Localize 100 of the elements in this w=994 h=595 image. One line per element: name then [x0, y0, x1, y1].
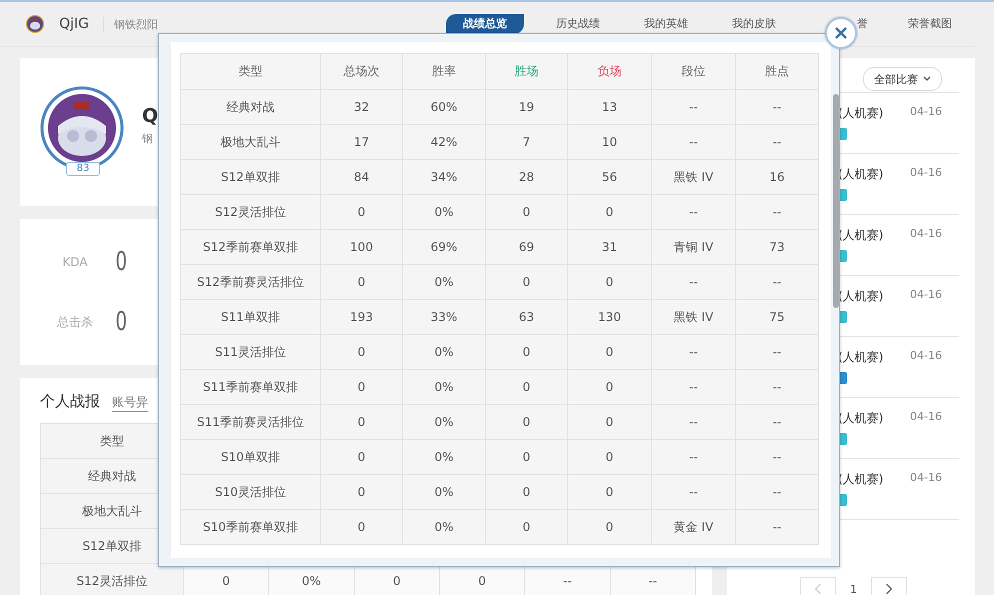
level-badge: 83 — [66, 162, 100, 176]
chevron-left-icon — [814, 583, 822, 595]
table-cell: 0 — [568, 265, 652, 300]
table-cell: -- — [652, 125, 736, 160]
table-cell: S10单双排 — [181, 440, 321, 475]
close-button[interactable] — [825, 17, 857, 49]
table-cell: 黄金 IV — [652, 510, 736, 545]
nav-tab[interactable]: 我的皮肤 — [710, 14, 798, 34]
table-cell: S11季前赛单双排 — [181, 370, 321, 405]
table-cell: -- — [652, 195, 736, 230]
table-cell: 0% — [403, 335, 486, 370]
table-cell: -- — [525, 564, 611, 595]
table-cell: 42% — [403, 125, 486, 160]
table-header-cell: 胜点 — [736, 54, 819, 90]
table-cell: 100 — [321, 230, 403, 265]
table-cell: 0 — [321, 370, 403, 405]
stat-label: KDA — [61, 255, 89, 269]
table-cell: 极地大乱斗 — [181, 125, 321, 160]
table-cell: -- — [736, 440, 819, 475]
table-cell: 黑铁 IV — [652, 300, 736, 335]
table-cell: -- — [736, 195, 819, 230]
table-cell: 56 — [568, 160, 652, 195]
match-date: 04-16 — [910, 227, 942, 242]
table-cell: 0 — [568, 195, 652, 230]
table-header-cell: 总场次 — [321, 54, 403, 90]
table-cell: S10灵活排位 — [181, 475, 321, 510]
account-link[interactable]: 账号异 — [112, 394, 148, 412]
table-cell: 0 — [321, 475, 403, 510]
table-cell: 0 — [568, 475, 652, 510]
match-filter-dropdown[interactable]: 全部比赛 — [863, 67, 942, 91]
table-cell: 73 — [736, 230, 819, 265]
table-cell: 0 — [568, 370, 652, 405]
table-cell: 0 — [486, 335, 568, 370]
table-cell: -- — [652, 475, 736, 510]
nav-tab[interactable]: 我的英雄 — [622, 14, 710, 34]
table-cell: 0% — [403, 195, 486, 230]
match-date: 04-16 — [910, 349, 942, 364]
match-date: 04-16 — [910, 288, 942, 303]
table-cell: 34% — [403, 160, 486, 195]
table-cell: 0 — [568, 440, 652, 475]
table-cell: 0 — [568, 510, 652, 545]
table-cell: 32 — [321, 90, 403, 125]
stat-label: 总击杀 — [56, 314, 94, 330]
server-name: 钢铁烈阳 — [103, 16, 158, 32]
match-date: 04-16 — [910, 105, 942, 120]
table-cell: 75 — [736, 300, 819, 335]
table-header-cell: 负场 — [568, 54, 652, 90]
close-icon — [834, 26, 848, 40]
table-cell: -- — [736, 125, 819, 160]
table-cell: 0 — [486, 265, 568, 300]
table-cell: 0 — [486, 370, 568, 405]
table-cell: 0 — [321, 440, 403, 475]
table-cell: 69% — [403, 230, 486, 265]
nav-tab[interactable]: 战绩总览 — [446, 14, 524, 34]
table-cell: 0 — [321, 335, 403, 370]
table-cell: S12灵活排位 — [181, 195, 321, 230]
table-cell: 经典对战 — [181, 90, 321, 125]
nav-tab[interactable]: 历史战绩 — [534, 14, 622, 34]
table-cell: 0% — [403, 265, 486, 300]
table-cell: 0 — [321, 195, 403, 230]
table-cell: 28 — [486, 160, 568, 195]
report-title: 个人战报 — [40, 392, 100, 411]
page-number[interactable]: 1 — [850, 582, 857, 595]
table-cell: 青铜 IV — [652, 230, 736, 265]
match-date: 04-16 — [910, 471, 942, 486]
table-cell: -- — [736, 335, 819, 370]
table-cell: 193 — [321, 300, 403, 335]
table-cell: -- — [736, 405, 819, 440]
table-cell: S12季前赛单双排 — [181, 230, 321, 265]
table-cell: 0% — [403, 440, 486, 475]
table-cell: 31 — [568, 230, 652, 265]
table-cell: 17 — [321, 125, 403, 160]
table-cell: 69 — [486, 230, 568, 265]
table-cell: 0% — [269, 564, 355, 595]
table-cell: 0 — [486, 440, 568, 475]
table-cell: 0 — [568, 405, 652, 440]
player-name: Q — [142, 104, 158, 126]
table-cell: S12灵活排位 — [41, 564, 184, 595]
table-cell: 13 — [568, 90, 652, 125]
table-cell: 0% — [403, 370, 486, 405]
caret-icon — [923, 76, 931, 82]
table-cell: 60% — [403, 90, 486, 125]
scrollbar-thumb[interactable] — [833, 94, 839, 308]
next-page-button[interactable] — [871, 577, 907, 595]
table-cell: 0 — [321, 405, 403, 440]
table-header-cell: 胜率 — [403, 54, 486, 90]
nav-tab[interactable]: 荣誉截图 — [886, 14, 974, 34]
table-header-cell: 胜场 — [486, 54, 568, 90]
table-cell: S10季前赛单双排 — [181, 510, 321, 545]
nav-tab[interactable]: 誉 — [798, 14, 886, 34]
table-cell: S11单双排 — [181, 300, 321, 335]
table-cell: 19 — [486, 90, 568, 125]
stat-value: 0 — [115, 307, 128, 337]
table-cell: 0% — [403, 475, 486, 510]
table-cell: 33% — [403, 300, 486, 335]
table-cell: 0 — [486, 475, 568, 510]
table-cell: 0 — [486, 195, 568, 230]
table-cell: 63 — [486, 300, 568, 335]
table-cell: -- — [652, 265, 736, 300]
table-cell: -- — [652, 335, 736, 370]
